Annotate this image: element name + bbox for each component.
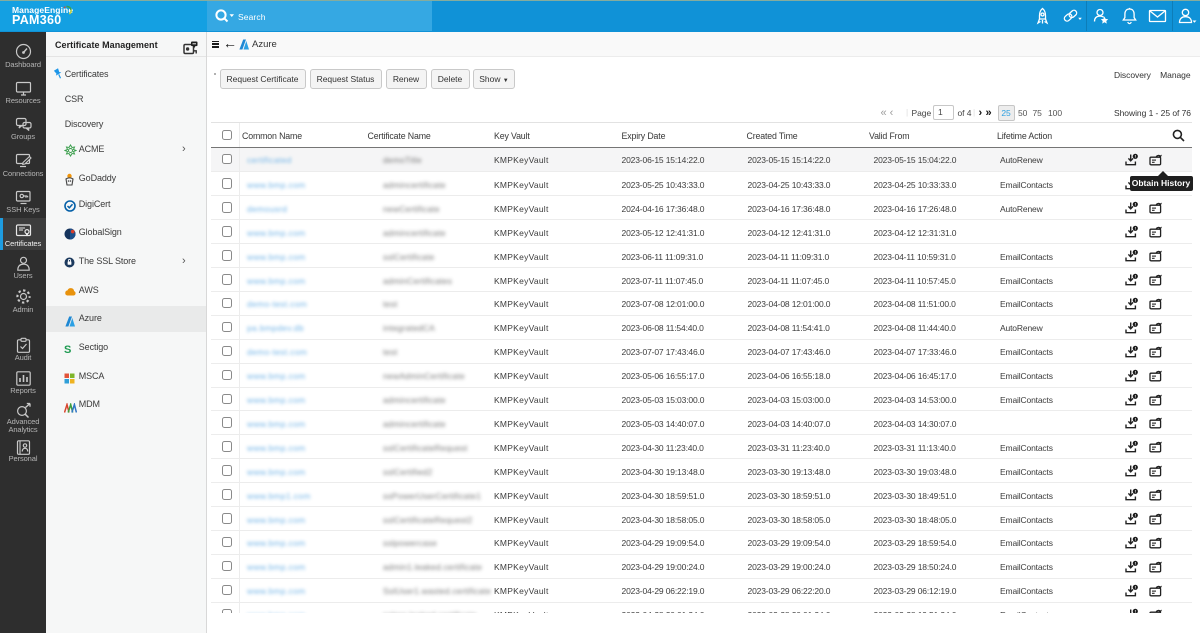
- svg-text:S: S: [64, 344, 71, 355]
